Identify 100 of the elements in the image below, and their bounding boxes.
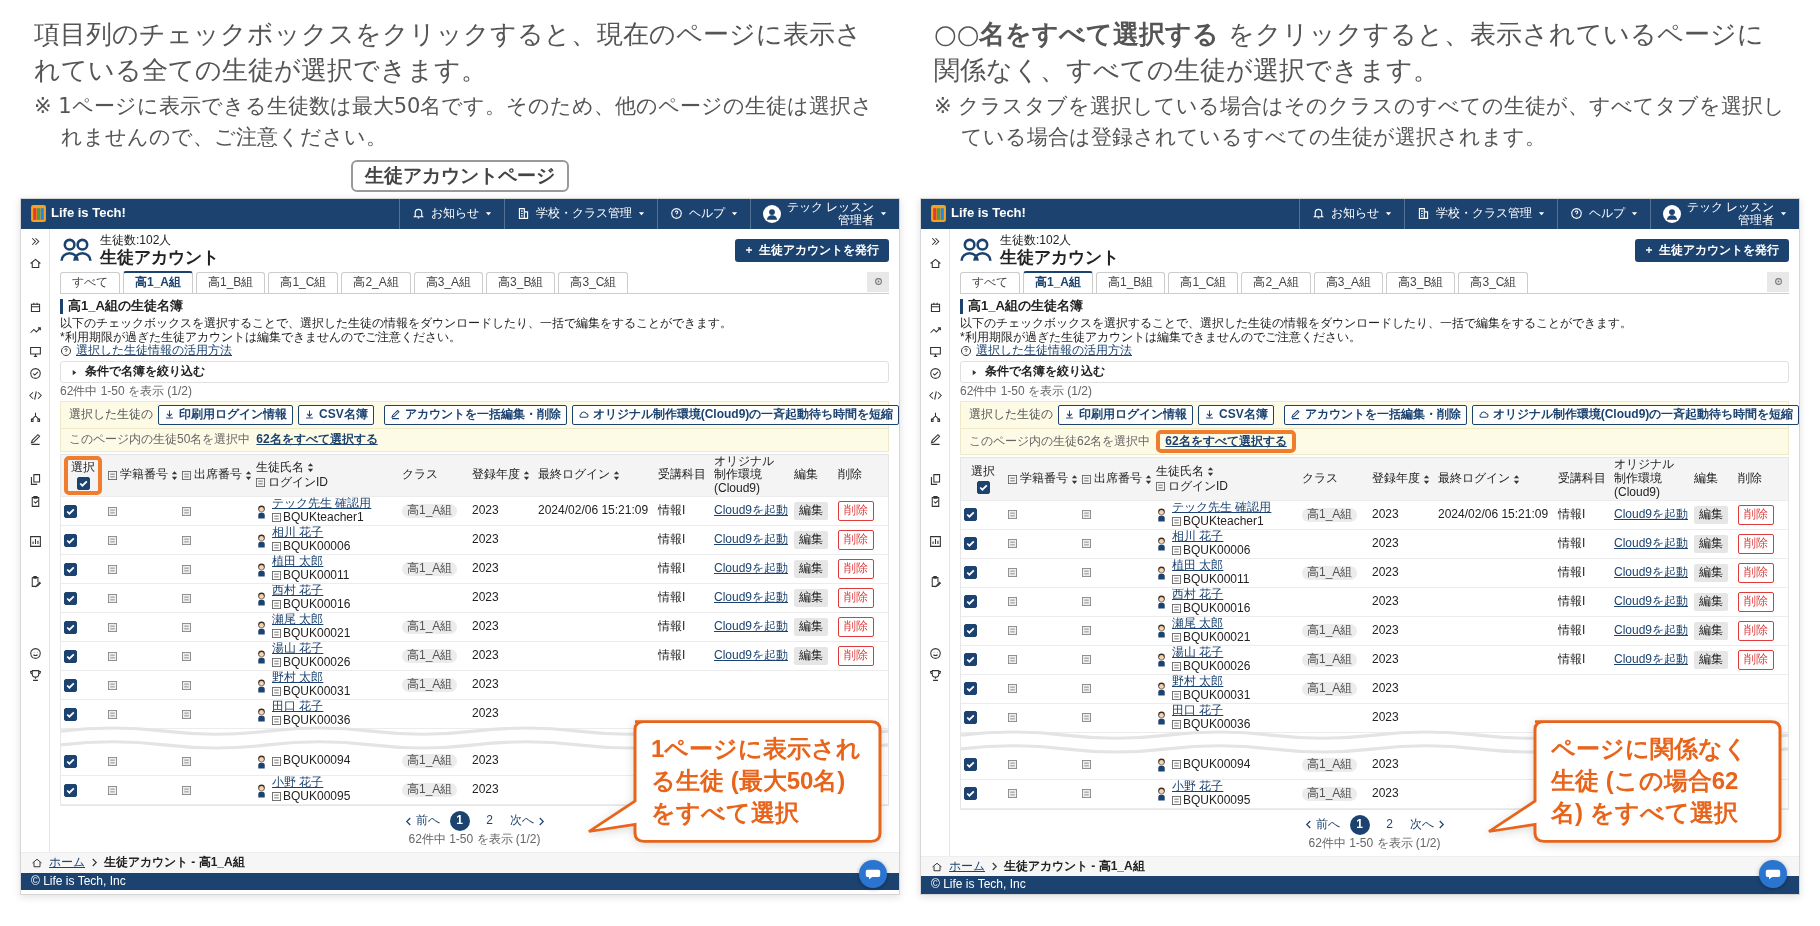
note-icon[interactable] <box>182 651 191 661</box>
student-name-link[interactable]: 湯山 花子 <box>1172 646 1251 660</box>
sort-icon[interactable] <box>307 463 314 473</box>
note-icon[interactable] <box>1082 713 1091 723</box>
note-icon[interactable] <box>108 651 117 661</box>
network-icon[interactable] <box>928 410 942 424</box>
action-button[interactable]: アカウントを一括編集・削除 <box>383 404 567 425</box>
page-button[interactable]: 1 <box>1349 814 1370 835</box>
note-icon[interactable] <box>1082 568 1091 578</box>
sort-icon[interactable] <box>245 470 252 480</box>
note-icon[interactable] <box>108 564 117 574</box>
note-icon[interactable] <box>1008 760 1017 770</box>
cloud9-link[interactable]: Cloud9を起動 <box>1614 507 1689 522</box>
delete-button[interactable]: 削除 <box>1738 533 1774 554</box>
student-name-link[interactable]: 田口 花子 <box>272 700 351 715</box>
chart-icon[interactable] <box>28 534 42 548</box>
home-icon[interactable] <box>28 256 42 270</box>
note-icon[interactable] <box>1008 655 1017 665</box>
note-icon[interactable] <box>108 622 117 632</box>
class-tab[interactable]: 高3_B組 <box>486 272 556 293</box>
class-tab[interactable]: 高3_A組 <box>413 272 484 293</box>
delete-button[interactable]: 削除 <box>838 501 874 521</box>
page-button[interactable]: 2 <box>1379 814 1400 835</box>
copy-icon[interactable] <box>28 472 42 486</box>
note-icon[interactable] <box>182 622 191 632</box>
note-icon[interactable] <box>108 709 117 719</box>
edit-button[interactable]: 編集 <box>794 531 828 549</box>
action-button[interactable]: CSV名簿 <box>298 404 374 425</box>
delete-button[interactable]: 削除 <box>838 617 874 637</box>
user-menu[interactable]: テック レッスン 管理者 <box>1649 198 1799 229</box>
issue-account-button[interactable]: 生徒アカウントを発行 <box>735 238 889 263</box>
student-name-link[interactable]: 植田 太郎 <box>272 555 350 570</box>
help-link[interactable]: 選択した生徒情報の活用方法 <box>76 344 232 359</box>
edit-button[interactable]: 編集 <box>794 502 828 520</box>
copy-icon[interactable] <box>928 472 942 486</box>
note-icon[interactable] <box>182 593 191 603</box>
delete-button[interactable]: 削除 <box>838 559 874 579</box>
class-tab[interactable]: 高2_A組 <box>1241 272 1311 293</box>
menu-button[interactable]: ヘルプ <box>656 198 750 229</box>
cloud9-link[interactable]: Cloud9を起動 <box>1614 594 1689 609</box>
note-icon[interactable] <box>182 709 191 719</box>
student-name-link[interactable]: 相川 花子 <box>1172 530 1251 544</box>
sort-icon[interactable] <box>1145 474 1152 484</box>
menu-button[interactable]: 学校・クラス管理 <box>503 198 657 229</box>
note-icon[interactable] <box>182 785 191 795</box>
help-link[interactable]: 選択した生徒情報の活用方法 <box>976 344 1132 359</box>
class-tab[interactable]: 高1_C組 <box>268 272 339 293</box>
note-icon[interactable] <box>108 535 117 545</box>
menu-button[interactable]: お知らせ <box>398 198 504 229</box>
note-icon[interactable] <box>108 756 117 766</box>
row-checkbox[interactable] <box>964 787 977 801</box>
note-icon[interactable] <box>1008 789 1017 799</box>
select-all-checkbox[interactable] <box>76 476 90 490</box>
delete-button[interactable]: 削除 <box>838 588 874 608</box>
settings-button[interactable] <box>1767 271 1789 292</box>
note-icon[interactable] <box>1008 626 1017 636</box>
class-tab[interactable]: すべて <box>60 272 120 293</box>
note-icon[interactable] <box>1082 760 1091 770</box>
row-checkbox[interactable] <box>64 504 77 518</box>
issue-account-button[interactable]: 生徒アカウントを発行 <box>1635 238 1789 263</box>
student-name-link[interactable]: 瀬尾 太郎 <box>1172 617 1251 631</box>
student-name-link[interactable]: 植田 太郎 <box>1172 559 1250 573</box>
action-button[interactable]: オリジナル制作環境(Cloud9)の一斉起動待ち時間を短縮 <box>1471 404 1800 425</box>
chart-icon[interactable] <box>928 534 942 548</box>
student-name-link[interactable]: 田口 花子 <box>1172 704 1251 718</box>
student-name-link[interactable]: 小野 花子 <box>272 776 351 791</box>
row-checkbox[interactable] <box>964 624 977 638</box>
class-tab[interactable]: すべて <box>960 272 1020 293</box>
edit-button[interactable]: 編集 <box>794 589 828 607</box>
row-checkbox[interactable] <box>64 620 77 634</box>
note-icon[interactable] <box>1082 626 1091 636</box>
delete-button[interactable]: 削除 <box>1738 504 1774 525</box>
page-button[interactable]: 1 <box>449 811 470 832</box>
sort-icon[interactable] <box>613 470 620 480</box>
sort-icon[interactable] <box>1423 474 1430 484</box>
row-checkbox[interactable] <box>964 711 977 725</box>
delete-button[interactable]: 削除 <box>1738 620 1774 641</box>
note-icon[interactable] <box>108 593 117 603</box>
home-link[interactable]: ホーム <box>949 859 985 874</box>
class-tab[interactable]: 高3_A組 <box>1313 272 1384 293</box>
monitor-icon[interactable] <box>928 344 942 358</box>
cloud9-link[interactable]: Cloud9を起動 <box>1614 565 1689 580</box>
row-checkbox[interactable] <box>64 707 77 721</box>
home-link[interactable]: ホーム <box>49 855 85 870</box>
class-tab[interactable]: 高3_C組 <box>558 272 629 293</box>
pen-icon[interactable] <box>928 432 942 446</box>
edit-button[interactable]: 編集 <box>1694 650 1728 669</box>
smile-icon[interactable] <box>28 646 42 660</box>
row-checkbox[interactable] <box>64 649 77 663</box>
class-tab[interactable]: 高3_C組 <box>1458 272 1529 293</box>
student-name-link[interactable]: 西村 花子 <box>1172 588 1251 602</box>
note-icon[interactable] <box>1008 713 1017 723</box>
class-tab[interactable]: 高1_C組 <box>1168 272 1239 293</box>
sort-icon[interactable] <box>523 470 530 480</box>
select-all-link[interactable]: 62名をすべて選択する <box>256 432 378 447</box>
note-icon[interactable] <box>182 680 191 690</box>
student-name-link[interactable]: 野村 太郎 <box>272 671 351 686</box>
calendar-icon[interactable] <box>928 300 942 314</box>
sort-icon[interactable] <box>1513 474 1520 484</box>
cloud9-link[interactable]: Cloud9を起動 <box>1614 623 1689 638</box>
